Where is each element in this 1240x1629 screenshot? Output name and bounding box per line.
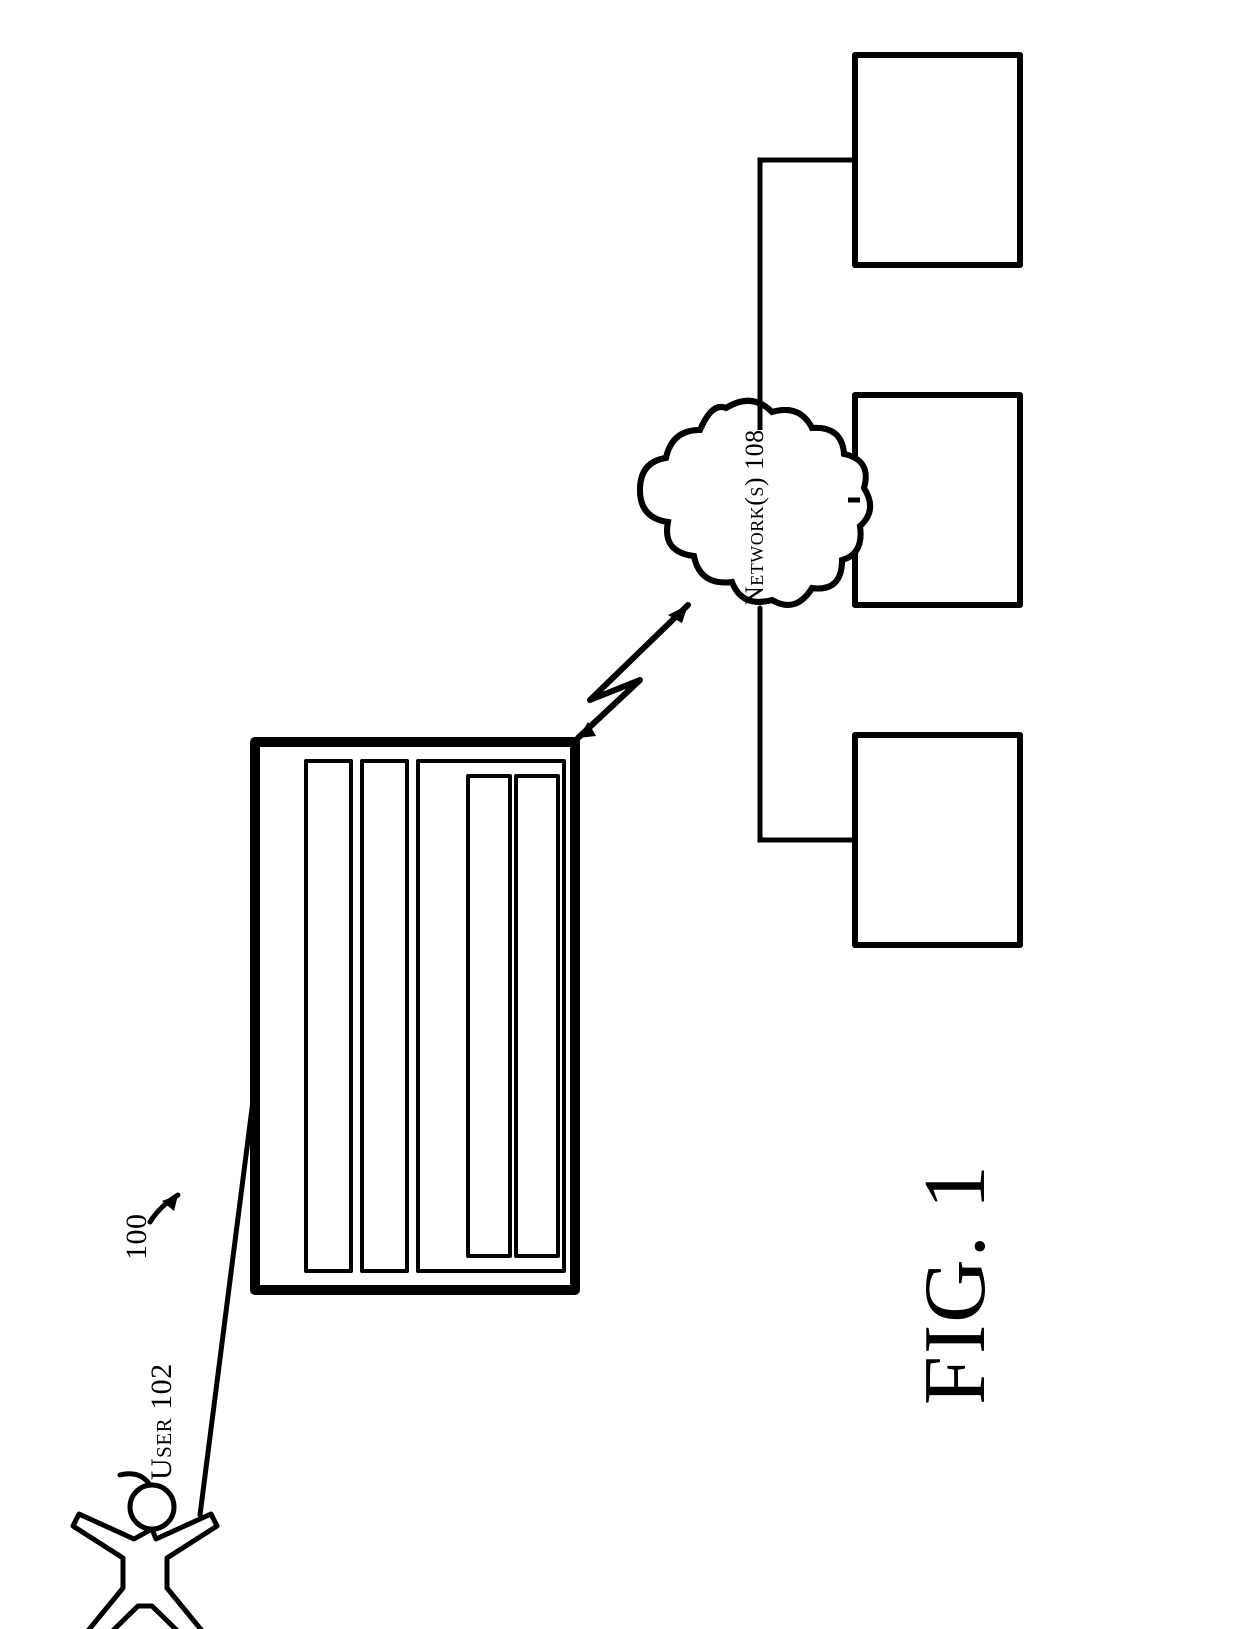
diagram-svg-overlay	[0, 0, 1240, 1629]
diagram-page: 100 User 102 User Device 104 Processor(s…	[0, 0, 1240, 1629]
network-label-overlay: Network(s) 108	[740, 429, 770, 605]
